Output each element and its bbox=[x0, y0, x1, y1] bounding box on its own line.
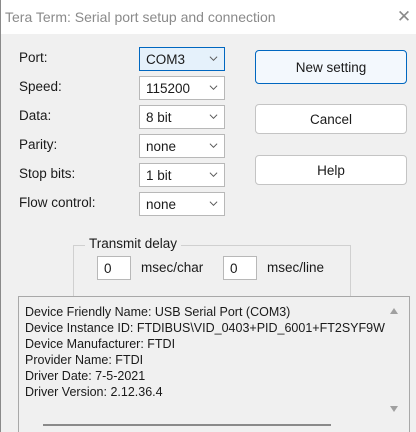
speed-label: Speed: bbox=[19, 79, 62, 94]
close-icon[interactable]: ✕ bbox=[391, 0, 416, 34]
driver-version: Driver Version: 2.12.36.4 bbox=[25, 385, 163, 399]
chevron-down-icon bbox=[209, 143, 218, 149]
stop-bits-select[interactable]: 1 bit bbox=[139, 163, 225, 187]
data-bits-value: 8 bit bbox=[146, 110, 172, 125]
title-bar: Tera Term: Serial port setup and connect… bbox=[1, 0, 416, 34]
chevron-down-icon bbox=[209, 85, 218, 91]
scroll-up-arrow-icon[interactable] bbox=[389, 307, 399, 315]
port-value: COM3 bbox=[146, 52, 186, 67]
data-bits-select[interactable]: 8 bit bbox=[139, 105, 225, 129]
speed-value: 115200 bbox=[146, 81, 191, 96]
char-delay-input[interactable]: 0 bbox=[97, 256, 131, 280]
flow-control-select[interactable]: none bbox=[139, 192, 225, 216]
serial-setup-dialog: Tera Term: Serial port setup and connect… bbox=[0, 0, 416, 432]
device-manufacturer: Device Manufacturer: FTDI bbox=[25, 337, 176, 351]
parity-label: Parity: bbox=[19, 137, 58, 152]
chevron-down-icon bbox=[209, 56, 218, 62]
line-delay-input[interactable]: 0 bbox=[223, 256, 257, 280]
device-info-box[interactable]: Device Friendly Name: USB Serial Port (C… bbox=[18, 296, 410, 432]
chevron-down-icon bbox=[209, 201, 218, 207]
cancel-button[interactable]: Cancel bbox=[255, 104, 407, 134]
line-delay-value: 0 bbox=[230, 261, 238, 276]
flow-control-label: Flow control: bbox=[19, 195, 96, 210]
window-title: Tera Term: Serial port setup and connect… bbox=[5, 9, 276, 25]
stop-bits-value: 1 bit bbox=[146, 168, 172, 183]
char-delay-unit: msec/char bbox=[141, 260, 204, 275]
chevron-down-icon bbox=[209, 172, 218, 178]
parity-value: none bbox=[146, 139, 177, 154]
port-select[interactable]: COM3 bbox=[139, 47, 225, 71]
device-friendly-name: Device Friendly Name: USB Serial Port (C… bbox=[25, 305, 291, 319]
flow-control-value: none bbox=[146, 197, 177, 212]
stop-bits-label: Stop bits: bbox=[19, 166, 76, 181]
horizontal-scrollbar-thumb[interactable] bbox=[43, 424, 331, 426]
parity-select[interactable]: none bbox=[139, 134, 225, 158]
scroll-down-arrow-icon[interactable] bbox=[389, 405, 399, 413]
data-label: Data: bbox=[19, 108, 52, 123]
new-setting-button[interactable]: New setting bbox=[255, 50, 407, 84]
device-instance-id: Device Instance ID: FTDIBUS\VID_0403+PID… bbox=[25, 321, 385, 335]
help-button[interactable]: Help bbox=[255, 155, 407, 185]
line-delay-unit: msec/line bbox=[267, 260, 325, 275]
port-label: Port: bbox=[19, 50, 48, 65]
driver-date: Driver Date: 7-5-2021 bbox=[25, 369, 146, 383]
char-delay-value: 0 bbox=[104, 261, 112, 276]
chevron-down-icon bbox=[209, 114, 218, 120]
speed-select[interactable]: 115200 bbox=[139, 76, 225, 100]
transmit-delay-title: Transmit delay bbox=[85, 236, 182, 251]
provider-name: Provider Name: FTDI bbox=[25, 353, 144, 367]
